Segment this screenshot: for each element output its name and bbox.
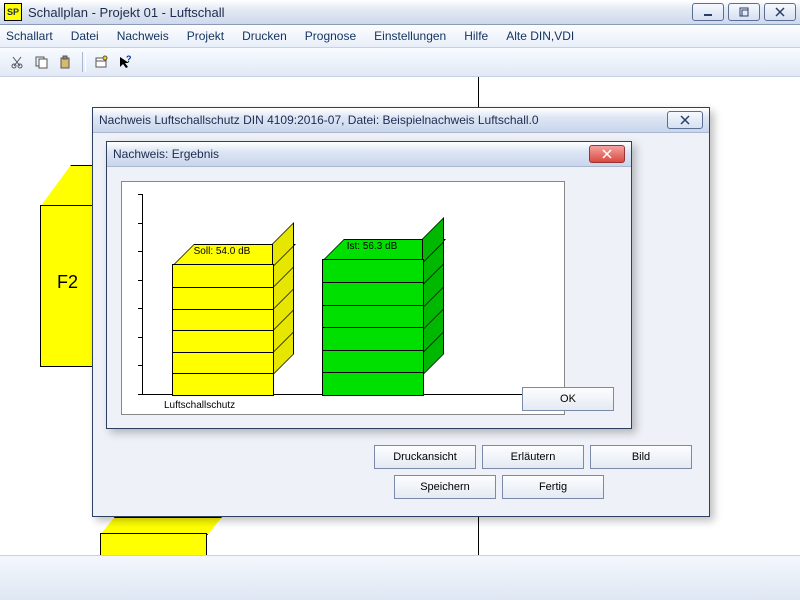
menu-nachweis[interactable]: Nachweis bbox=[117, 29, 169, 43]
bar-ist: Ist: 56.3 dB bbox=[322, 259, 422, 394]
menu-alte-din[interactable]: Alte DIN,VDI bbox=[506, 29, 574, 43]
bild-button[interactable]: Bild bbox=[590, 445, 692, 469]
window-title: Schallplan - Projekt 01 - Luftschall bbox=[28, 5, 225, 20]
status-strip bbox=[0, 555, 800, 600]
menu-drucken[interactable]: Drucken bbox=[242, 29, 287, 43]
y-axis bbox=[142, 194, 143, 394]
toolbar-separator bbox=[82, 52, 86, 72]
menu-hilfe[interactable]: Hilfe bbox=[464, 29, 488, 43]
menu-datei[interactable]: Datei bbox=[71, 29, 99, 43]
dialog-inner-title: Nachweis: Ergebnis bbox=[113, 147, 219, 161]
paste-icon[interactable] bbox=[54, 51, 76, 73]
minimize-button[interactable] bbox=[692, 3, 724, 21]
dialog-inner-titlebar: Nachweis: Ergebnis bbox=[107, 142, 631, 167]
close-button[interactable] bbox=[764, 3, 796, 21]
main-titlebar: SP Schallplan - Projekt 01 - Luftschall bbox=[0, 0, 800, 25]
room-label-f2: F2 bbox=[57, 272, 78, 293]
menu-projekt[interactable]: Projekt bbox=[187, 29, 224, 43]
menu-schallart[interactable]: Schallart bbox=[6, 29, 53, 43]
chart-title: Luftschallschutz bbox=[164, 400, 235, 411]
erlaeutern-button[interactable]: Erläutern bbox=[482, 445, 584, 469]
copy-icon[interactable] bbox=[30, 51, 52, 73]
dialog-ergebnis: Nachweis: Ergebnis Soll: 54.0 dB Ist: 56.… bbox=[106, 141, 632, 429]
app-icon: SP bbox=[4, 3, 22, 21]
druckansicht-button[interactable]: Druckansicht bbox=[374, 445, 476, 469]
properties-icon[interactable] bbox=[90, 51, 112, 73]
bar-label-soll: Soll: 54.0 dB bbox=[172, 246, 272, 257]
menu-prognose[interactable]: Prognose bbox=[305, 29, 356, 43]
chart-area: Soll: 54.0 dB Ist: 56.3 dB Luftschallschu… bbox=[121, 181, 565, 415]
cut-icon[interactable] bbox=[6, 51, 28, 73]
svg-text:?: ? bbox=[126, 55, 132, 64]
dialog-outer-title: Nachweis Luftschallschutz DIN 4109:2016-… bbox=[99, 113, 539, 127]
help-pointer-icon[interactable]: ? bbox=[114, 51, 136, 73]
bar-soll: Soll: 54.0 dB bbox=[172, 264, 272, 394]
ok-button[interactable]: OK bbox=[522, 387, 614, 411]
speichern-button[interactable]: Speichern bbox=[394, 475, 496, 499]
workspace: F2 hutz d Abzüge lich. Nachweis Luftscha… bbox=[0, 77, 800, 557]
background-floor-shape bbox=[100, 517, 220, 557]
dialog-inner-close-icon[interactable] bbox=[589, 145, 625, 163]
maximize-button[interactable] bbox=[728, 3, 760, 21]
dialog-outer-titlebar: Nachweis Luftschallschutz DIN 4109:2016-… bbox=[93, 108, 709, 133]
fertig-button[interactable]: Fertig bbox=[502, 475, 604, 499]
menu-einstellungen[interactable]: Einstellungen bbox=[374, 29, 446, 43]
menu-bar: Schallart Datei Nachweis Projekt Drucken… bbox=[0, 25, 800, 48]
toolbar: ? bbox=[0, 48, 800, 77]
dialog-outer-close-icon[interactable] bbox=[667, 111, 703, 129]
bar-label-ist: Ist: 56.3 dB bbox=[322, 241, 422, 252]
